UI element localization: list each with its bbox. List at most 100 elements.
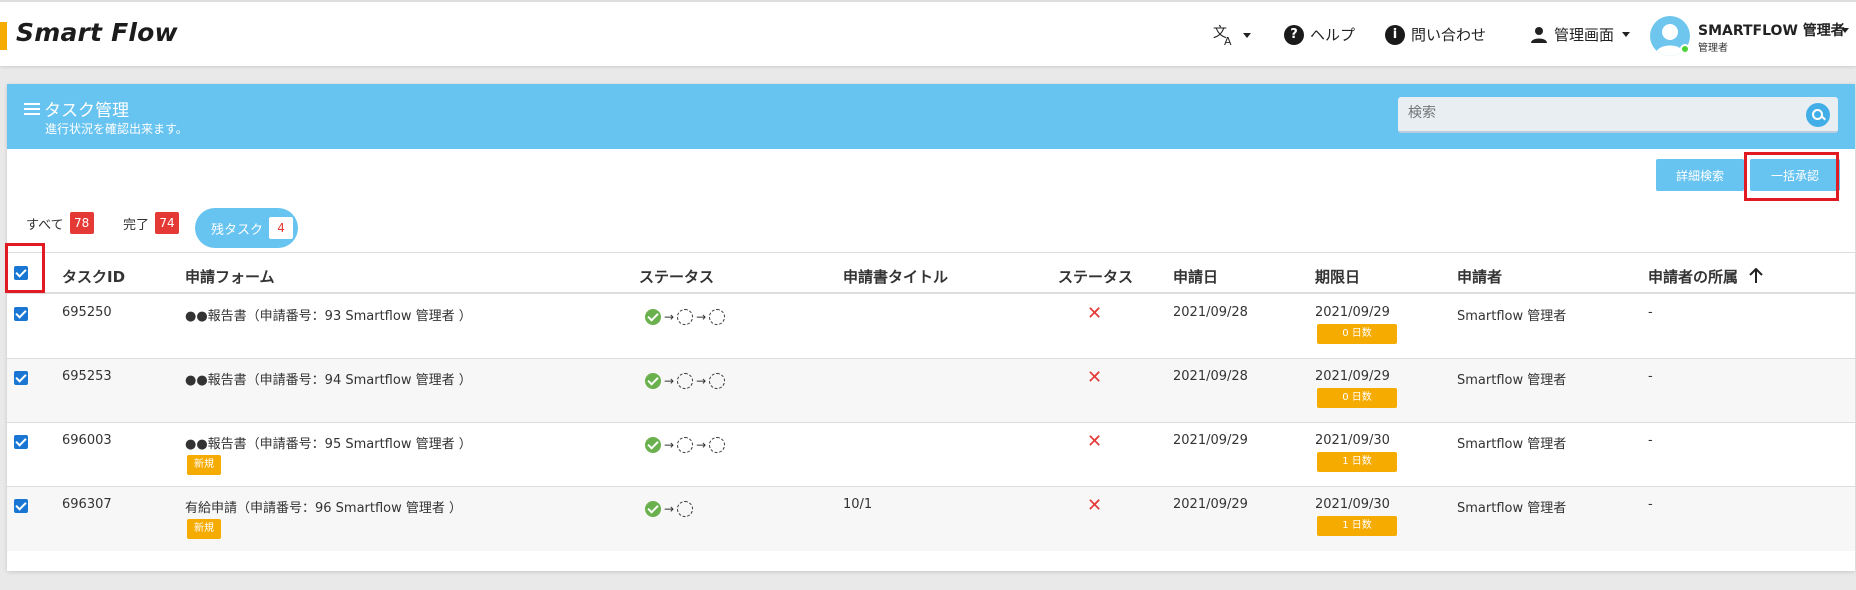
col-form[interactable]: 申請フォーム [185,266,275,287]
arrow-right-icon: → [696,374,707,388]
tab-remaining[interactable]: 残タスク 4 [195,208,298,248]
status-steps: → → [645,309,726,325]
days-badge: 1 日数 [1317,452,1397,472]
task-id: 696307 [62,497,112,512]
applied-date: 2021/09/28 [1173,369,1248,384]
new-tag: 新規 [187,455,221,475]
due-date: 2021/09/30 [1315,433,1390,448]
task-id: 695250 [62,305,112,320]
admin-menu[interactable]: 管理画面 [1530,24,1631,45]
detail-search-button[interactable]: 詳細検索 [1656,159,1744,191]
table-row[interactable]: 696003 ●●報告書（申請番号：95 Smartflow 管理者 ） 新規 … [7,423,1855,487]
search-input[interactable] [1408,105,1788,121]
applicant: Smartflow 管理者 [1457,373,1567,388]
arrow-right-icon: → [664,310,675,324]
arrow-right-icon: → [696,438,707,452]
contact-link[interactable]: i 問い合わせ [1385,24,1486,45]
search-icon[interactable] [1806,103,1830,127]
step-done-icon [645,501,661,517]
department: - [1648,433,1653,448]
row-checkbox[interactable] [14,499,28,513]
help-icon: ? [1284,24,1304,45]
help-link[interactable]: ? ヘルプ [1284,24,1355,45]
table-row[interactable]: 696307 有給申請（申請番号：96 Smartflow 管理者 ） 新規 →… [7,487,1855,551]
table-row[interactable]: 695250 ●●報告書（申請番号：93 Smartflow 管理者 ） → →… [7,295,1855,359]
step-done-icon [645,437,661,453]
sort-asc-icon[interactable] [1749,267,1763,284]
due-date: 2021/09/29 [1315,369,1390,384]
top-navbar: Smart Flow 文 A ? ヘルプ i 問い合わせ 管理画面 SMARTF… [0,0,1856,66]
tab-remaining-count: 4 [269,217,294,239]
list-icon [24,102,40,115]
step-pending-icon [677,309,694,325]
step-done-icon [645,373,661,389]
form-name[interactable]: ●●報告書（申請番号：95 Smartflow 管理者 ） [185,433,472,452]
step-pending-icon [677,437,694,453]
days-badge: 0 日数 [1317,388,1397,408]
days-badge: 1 日数 [1317,516,1397,536]
person-icon [1531,26,1547,43]
logo-accent [0,22,7,50]
due-date: 2021/09/30 [1315,497,1390,512]
col-department[interactable]: 申請者の所属 [1648,266,1763,287]
applicant: Smartflow 管理者 [1457,309,1567,324]
svg-text:A: A [1224,35,1232,46]
col-due-date[interactable]: 期限日 [1315,266,1360,287]
app-logo[interactable]: Smart Flow [16,18,178,47]
table-header: タスクID 申請フォーム ステータス 申請書タイトル ステータス 申請日 期限日… [7,252,1855,294]
col-status-2[interactable]: ステータス [1058,266,1133,287]
form-name[interactable]: 有給申請（申請番号：96 Smartflow 管理者 ） [185,497,462,516]
applied-date: 2021/09/29 [1173,433,1248,448]
new-tag: 新規 [187,519,221,539]
tab-done-count: 74 [155,212,180,234]
close-icon: ✕ [1087,495,1103,516]
step-done-icon [645,309,661,325]
form-name[interactable]: ●●報告書（申請番号：94 Smartflow 管理者 ） [185,369,472,388]
applied-date: 2021/09/28 [1173,305,1248,320]
col-applied-date[interactable]: 申請日 [1173,266,1218,287]
chevron-down-icon [1622,32,1631,37]
chevron-down-icon [1243,32,1251,38]
col-department-label: 申請者の所属 [1648,268,1739,286]
tab-done[interactable]: 完了 74 [123,212,180,234]
task-id: 696003 [62,433,112,448]
language-menu[interactable]: 文 A [1213,24,1251,46]
close-icon: ✕ [1087,431,1103,452]
contact-label: 問い合わせ [1411,26,1487,44]
tab-all[interactable]: すべて 78 [26,212,94,234]
user-name[interactable]: SMARTFLOW 管理者 [1698,20,1845,40]
tab-all-label: すべて [26,217,64,233]
step-pending-icon [677,501,694,517]
applied-date: 2021/09/29 [1173,497,1248,512]
page-title-text: タスク管理 [44,101,129,121]
department: - [1648,305,1653,320]
applicant: Smartflow 管理者 [1457,501,1567,516]
row-checkbox[interactable] [14,307,28,321]
search-box [1398,97,1838,133]
form-name[interactable]: ●●報告書（申請番号：93 Smartflow 管理者 ） [185,305,472,324]
status-steps: → [645,501,694,517]
status-steps: → → [645,437,726,453]
department: - [1648,497,1653,512]
step-pending-icon [677,373,694,389]
days-badge: 0 日数 [1317,324,1397,344]
row-checkbox[interactable] [14,371,28,385]
translate-icon: 文 A [1213,25,1232,46]
step-pending-icon [709,437,726,453]
page-subtitle: 進行状況を確認出来ます。 [45,122,188,136]
card-header: タスク管理 進行状況を確認出来ます。 [7,84,1855,149]
user-role: 管理者 [1698,43,1728,54]
col-status[interactable]: ステータス [639,266,714,287]
arrow-right-icon: → [664,438,675,452]
table-row[interactable]: 695253 ●●報告書（申請番号：94 Smartflow 管理者 ） → →… [7,359,1855,423]
new-tag-wrap: 新規 [187,516,221,539]
col-task-id[interactable]: タスクID [62,266,125,287]
highlight-box-bulk-approve [1744,152,1839,201]
arrow-right-icon: → [696,310,707,324]
user-menu-chevron-icon[interactable] [1841,28,1849,33]
online-status-dot [1680,44,1690,54]
arrow-right-icon: → [664,502,675,516]
row-checkbox[interactable] [14,435,28,449]
col-applicant[interactable]: 申請者 [1457,266,1502,287]
col-doc-title[interactable]: 申請書タイトル [843,266,948,287]
